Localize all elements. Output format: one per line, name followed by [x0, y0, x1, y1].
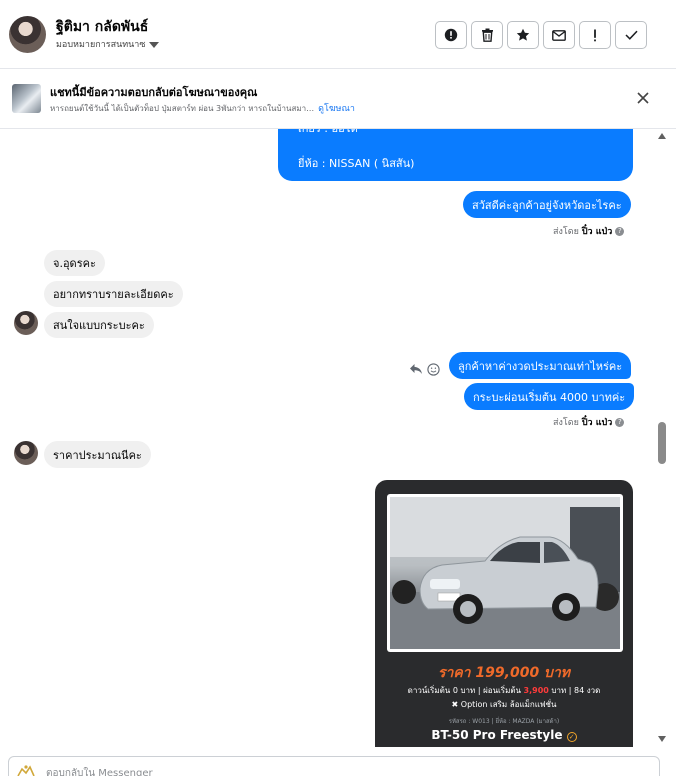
ad-installment-amount: 3,900 [523, 686, 549, 695]
check-icon [624, 30, 638, 40]
outgoing-message[interactable]: สวัสดีค่ะลูกค้าอยู่จังหวัดอะไรคะ [463, 191, 631, 218]
sent-by-name: ปิ๋ว แป่ว [581, 418, 613, 428]
outgoing-message[interactable]: กระบะผ่อนเริ่มต้น 4000 บาทค่ะ [464, 383, 635, 410]
sent-by-prefix: ส่งโดย [553, 227, 579, 237]
incoming-message[interactable]: อยากทราบรายละเอียดคะ [44, 281, 183, 307]
sender-avatar[interactable] [14, 441, 38, 465]
ad-down-text: ดาวน์เริ่มต้น 0 บาท | ผ่อนเริ่มต้น [407, 686, 524, 695]
incoming-message[interactable]: จ.อุดรคะ [44, 250, 105, 276]
car-photo [387, 494, 623, 652]
ad-banner-text: หารถยนต์ใช้วันนี้ ได้เป็นตัวท็อป ปุ่มสตา… [50, 104, 315, 113]
conversation-header: ฐิติมา กลัดพันธ์ มอบหมายการสนทนาซ [0, 0, 676, 69]
ad-car-code: รหัสรถ : W013 | ยี่ห้อ : MAZDA (มาสด้า) [448, 718, 560, 725]
sent-by-label: ส่งโดย ปิ๋ว แป่ว ? [553, 224, 625, 238]
ad-model-text: BT-50 Pro Freestyle [431, 728, 563, 742]
sender-avatar[interactable] [14, 311, 38, 335]
scroll-up-arrow[interactable] [658, 133, 666, 139]
verified-check-icon: ✓ [566, 732, 577, 742]
alert-circle-icon [444, 28, 458, 42]
envelope-icon [552, 29, 566, 41]
message-text: เกียร์ : ออโต้ [298, 129, 358, 137]
close-icon[interactable] [634, 89, 652, 107]
view-ad-link[interactable]: ดูโฆษณา [318, 104, 355, 114]
assign-conversation-dropdown[interactable]: มอบหมายการสนทนาซ [56, 37, 160, 51]
star-icon [516, 28, 530, 41]
ad-banner-subtitle: หารถยนต์ใช้วันนี้ ได้เป็นตัวท็อป ปุ่มสตา… [50, 101, 355, 115]
trash-icon [481, 28, 493, 42]
outgoing-message[interactable]: ลูกค้าหาค่างวดประมาณเท่าไหร่คะ [449, 352, 632, 379]
mark-unread-button[interactable] [543, 21, 575, 49]
avatar[interactable] [9, 16, 46, 53]
ad-term-text: บาท | 84 งวด [548, 686, 601, 695]
ad-option: ✖ Option เสริม ล้อแม็กแฟชั่น [451, 700, 557, 709]
ad-banner-title: แชทนี้มีข้อความตอบกลับต่อโฆษณาของคุณ [50, 86, 258, 99]
outgoing-message[interactable]: เกียร์ : ออโต้ ยี่ห้อ : NISSAN ( นิสสัน) [278, 129, 633, 181]
info-icon[interactable]: ? [615, 417, 625, 427]
mark-done-button[interactable] [615, 21, 647, 49]
sent-by-name: ปิ๋ว แป่ว [581, 227, 613, 237]
follow-up-button[interactable] [579, 21, 611, 49]
message-text: ยี่ห้อ : NISSAN ( นิสสัน) [298, 157, 415, 170]
incoming-message[interactable]: สนใจแบบกระบะคะ [44, 312, 154, 338]
report-button[interactable] [435, 21, 467, 49]
reply-icon[interactable] [409, 363, 423, 375]
ad-price: ราคา 199,000 บาท [437, 665, 571, 681]
composer-placeholder: ตอบกลับใน Messenger [46, 768, 153, 776]
chevron-down-icon [149, 41, 160, 48]
incoming-message[interactable]: ราคาประมาณนีคะ [44, 441, 151, 468]
star-button[interactable] [507, 21, 539, 49]
ad-thumbnail[interactable] [12, 84, 41, 113]
shared-ad-image[interactable]: ราคา 199,000 บาท ดาวน์เริ่มต้น 0 บาท | ผ… [375, 480, 633, 747]
pickup-truck-illustration [390, 497, 620, 649]
ad-down-payment: ดาวน์เริ่มต้น 0 บาท | ผ่อนเริ่มต้น 3,900… [375, 684, 633, 697]
sent-by-label: ส่งโดย ปิ๋ว แป่ว ? [553, 415, 625, 429]
assign-label: มอบหมายการสนทนาซ [56, 40, 146, 50]
info-icon[interactable]: ? [615, 226, 625, 236]
car-photo-image [390, 497, 620, 649]
ad-reply-banner: แชทนี้มีข้อความตอบกลับต่อโฆษณาของคุณ หาร… [0, 69, 676, 129]
contact-name[interactable]: ฐิติมา กลัดพันธ์ [56, 16, 148, 38]
message-thread[interactable]: เกียร์ : ออโต้ ยี่ห้อ : NISSAN ( นิสสัน)… [0, 129, 676, 747]
exclamation-icon [594, 29, 596, 41]
delete-button[interactable] [471, 21, 503, 49]
scrollbar-thumb[interactable] [658, 422, 666, 464]
emoji-reaction-icon[interactable] [427, 363, 440, 376]
ad-model-name: BT-50 Pro Freestyle ✓ [375, 728, 633, 742]
messenger-icon [17, 765, 35, 776]
scroll-down-arrow[interactable] [658, 736, 666, 742]
sent-by-prefix: ส่งโดย [553, 418, 579, 428]
